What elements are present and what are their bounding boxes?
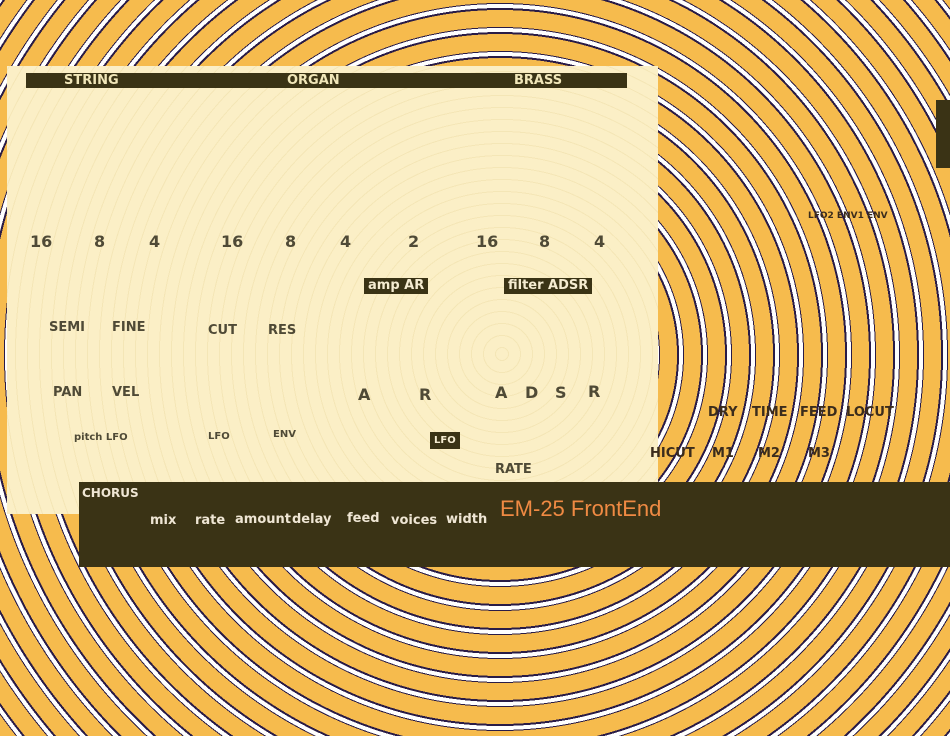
pitch-lfo-knob[interactable]: pitch LFO (74, 432, 128, 443)
organ-footage-4[interactable]: 4 (340, 232, 351, 251)
string-footage-16[interactable]: 16 (30, 232, 52, 251)
fine-knob[interactable]: FINE (112, 320, 145, 335)
pan-knob[interactable]: PAN (53, 385, 82, 400)
chorus-amount-knob[interactable]: amount (235, 512, 291, 527)
eq-hicut-knob[interactable]: HICUT (650, 446, 695, 461)
tab-brass[interactable]: BRASS (514, 73, 562, 88)
delay-time-knob[interactable]: TIME (752, 405, 788, 420)
tab-string[interactable]: STRING (64, 73, 119, 88)
string-footage-4[interactable]: 4 (149, 232, 160, 251)
chorus-mix-knob[interactable]: mix (150, 513, 176, 528)
eq-m2-knob[interactable]: M2 (758, 446, 780, 461)
filter-sustain-knob[interactable]: S (555, 383, 567, 402)
amp-ar-section: amp AR (364, 278, 429, 294)
chorus-delay-knob[interactable]: delay (292, 512, 331, 527)
chorus-width-knob[interactable]: width (446, 512, 487, 527)
cut-knob[interactable]: CUT (208, 323, 237, 338)
filter-attack-knob[interactable]: A (495, 383, 507, 402)
chorus-rate-knob[interactable]: rate (195, 513, 225, 528)
brass-footage-8[interactable]: 8 (539, 232, 550, 251)
brass-footage-16[interactable]: 16 (476, 232, 498, 251)
tab-organ[interactable]: ORGAN (287, 73, 340, 88)
filter-lfo-knob[interactable]: LFO (208, 431, 230, 442)
chorus-feed-knob[interactable]: feed (347, 511, 380, 526)
chorus-voices-knob[interactable]: voices (391, 513, 437, 528)
app-title: EM-25 FrontEnd (500, 496, 662, 521)
res-knob[interactable]: RES (268, 323, 296, 338)
filter-decay-knob[interactable]: D (525, 383, 538, 402)
delay-dry-knob[interactable]: DRY (708, 405, 738, 420)
filter-adsr-section: filter ADSR (504, 278, 593, 294)
filter-env-knob[interactable]: ENV (273, 429, 296, 440)
amp-attack-knob[interactable]: A (358, 385, 370, 404)
filter-release-knob[interactable]: R (588, 382, 600, 401)
vel-knob[interactable]: VEL (112, 385, 139, 400)
organ-footage-8[interactable]: 8 (285, 232, 296, 251)
chorus-title: CHORUS (82, 486, 139, 500)
semi-knob[interactable]: SEMI (49, 320, 85, 335)
brass-footage-4[interactable]: 4 (594, 232, 605, 251)
delay-feed-knob[interactable]: FEED (800, 405, 837, 420)
lfo-rate-knob[interactable]: RATE (495, 462, 532, 477)
mod-source-label: LFO2 ENV1 ENV (808, 211, 888, 221)
delay-locut-knob[interactable]: LOCUT (846, 405, 894, 420)
organ-footage-16[interactable]: 16 (221, 232, 243, 251)
eq-m3-knob[interactable]: M3 (808, 446, 830, 461)
amp-release-knob[interactable]: R (419, 385, 431, 404)
string-footage-8[interactable]: 8 (94, 232, 105, 251)
side-panel-edge (936, 100, 950, 168)
lfo-section: LFO (430, 432, 460, 449)
eq-m1-knob[interactable]: M1 (712, 446, 734, 461)
organ-footage-2[interactable]: 2 (408, 232, 419, 251)
